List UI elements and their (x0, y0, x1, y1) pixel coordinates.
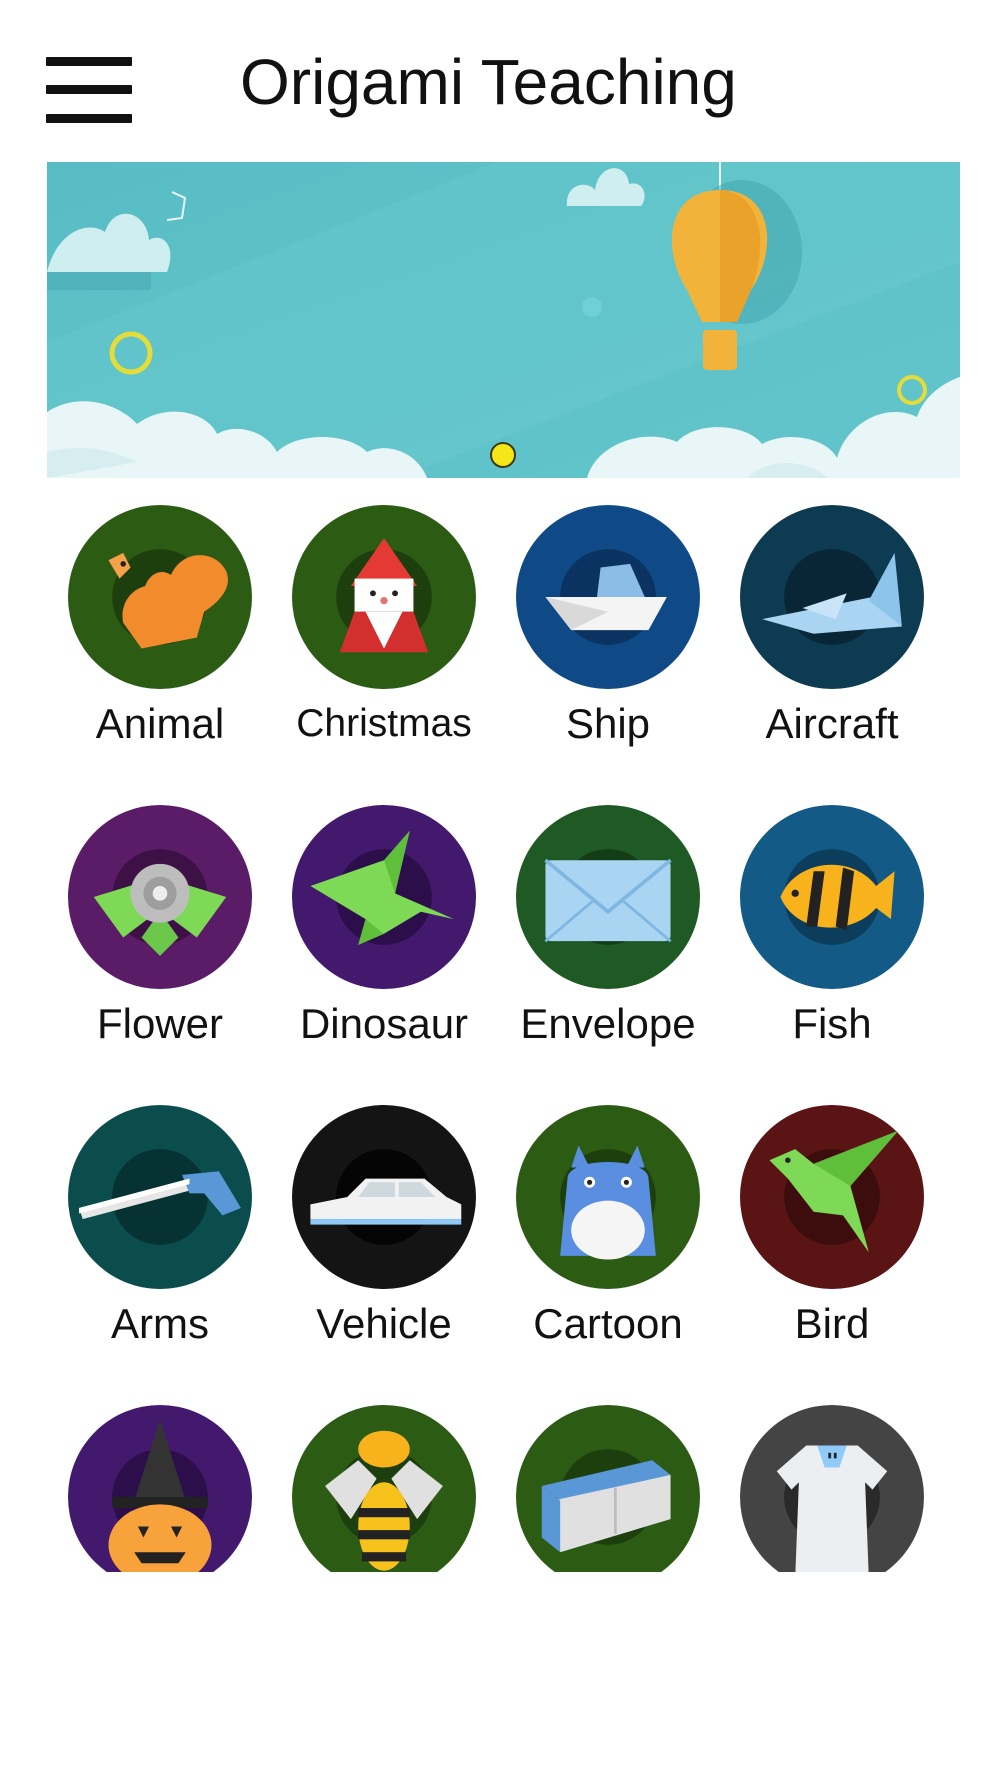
car-icon (292, 1105, 476, 1289)
app-header: Origami Teaching (0, 0, 1000, 160)
category-vehicle[interactable]: Vehicle (272, 1105, 496, 1365)
category-cartoon[interactable]: Cartoon (496, 1105, 720, 1365)
dinosaur-icon (292, 805, 476, 989)
category-label: Bird (794, 1300, 870, 1347)
banner-image (47, 162, 960, 478)
category-label: Aircraft (765, 700, 899, 747)
category-bird[interactable]: Bird (720, 1105, 944, 1365)
category-label: Flower (96, 1000, 224, 1047)
category-insect[interactable] (272, 1405, 496, 1572)
bee-icon (292, 1405, 476, 1572)
category-grid: Animal Christmas Ship Aircraft Flower Di… (0, 505, 1000, 1572)
category-fish[interactable]: Fish (720, 805, 944, 1065)
envelope-icon (516, 805, 700, 989)
category-label: Envelope (520, 1000, 696, 1047)
menu-line (46, 114, 132, 123)
category-ship[interactable]: Ship (496, 505, 720, 765)
pumpkin-icon (68, 1405, 252, 1572)
category-clothing[interactable] (720, 1405, 944, 1572)
category-flower[interactable]: Flower (48, 805, 272, 1065)
shirt-icon (740, 1405, 924, 1572)
ship-icon (516, 505, 700, 689)
category-animal[interactable]: Animal (48, 505, 272, 765)
santa-icon (292, 505, 476, 689)
category-label: Arms (111, 1300, 209, 1347)
fish-icon (740, 805, 924, 989)
category-label: Animal (95, 700, 225, 747)
squirrel-icon (68, 505, 252, 689)
category-furniture[interactable] (496, 1405, 720, 1572)
gun-icon (68, 1105, 252, 1289)
menu-line (46, 85, 132, 94)
carousel-indicator-dot[interactable] (490, 442, 516, 468)
category-envelope[interactable]: Envelope (496, 805, 720, 1065)
bird-icon (740, 1105, 924, 1289)
category-label: Ship (565, 700, 651, 747)
category-arms[interactable]: Arms (48, 1105, 272, 1365)
category-label: Fish (792, 1000, 872, 1047)
airplane-icon (740, 505, 924, 689)
category-label: Vehicle (316, 1300, 452, 1347)
category-christmas[interactable]: Christmas (272, 505, 496, 765)
category-label: Christmas (296, 702, 472, 745)
category-label: Dinosaur (299, 1000, 469, 1047)
sofa-icon (516, 1405, 700, 1572)
hamburger-menu-icon[interactable] (46, 57, 132, 123)
totoro-icon (516, 1105, 700, 1289)
category-dinosaur[interactable]: Dinosaur (272, 805, 496, 1065)
rose-icon (68, 805, 252, 989)
banner-carousel[interactable] (47, 162, 960, 478)
menu-line (46, 57, 132, 66)
page-title: Origami Teaching (240, 46, 737, 118)
category-aircraft[interactable]: Aircraft (720, 505, 944, 765)
category-halloween[interactable] (48, 1405, 272, 1572)
category-label: Cartoon (533, 1300, 683, 1347)
